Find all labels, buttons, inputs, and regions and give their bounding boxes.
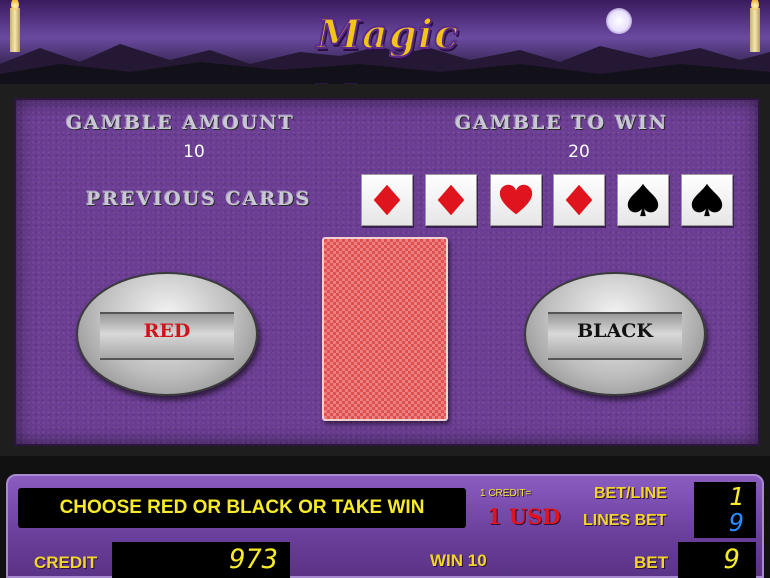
candle-left-icon — [10, 0, 20, 52]
spade-icon — [691, 183, 723, 217]
previous-card-6 — [681, 174, 733, 226]
bet-label: BET — [634, 553, 668, 572]
status-message: CHOOSE RED OR BLACK OR TAKE WIN — [18, 488, 466, 528]
bet-line-value: 1 — [728, 482, 744, 511]
previous-card-3 — [490, 174, 542, 226]
credit-value: 973 — [112, 542, 290, 578]
previous-cards-label: PREVIOUS CARDS — [86, 188, 312, 210]
credit-label: CREDIT — [34, 553, 98, 572]
black-button-label: BLACK — [577, 320, 653, 342]
heart-icon — [499, 184, 533, 215]
diamond-icon — [565, 184, 593, 216]
red-button[interactable]: RED — [76, 272, 258, 396]
game-logo: Magic Money — [310, 10, 465, 84]
gamble-to-win-value: 20 — [568, 142, 590, 162]
candle-right-icon — [750, 0, 760, 52]
lines-bet-value: 9 — [728, 508, 744, 537]
spade-icon — [627, 183, 659, 217]
credit-denomination-value: 1 USD — [487, 504, 561, 529]
bet-line-lines-display: 1 9 — [694, 482, 756, 538]
game-header: Magic Money — [0, 0, 770, 84]
previous-card-1 — [361, 174, 413, 226]
lines-bet-label: LINES BET — [583, 512, 667, 529]
gamble-amount-value: 10 — [183, 142, 205, 162]
gamble-amount-label: GAMBLE AMOUNT — [66, 112, 295, 134]
previous-card-5 — [617, 174, 669, 226]
bet-line-label: BET/LINE — [594, 485, 667, 502]
red-button-label: RED — [143, 320, 191, 342]
black-button[interactable]: BLACK — [524, 272, 706, 396]
diamond-icon — [373, 184, 401, 216]
gamble-to-win-label: GAMBLE TO WIN — [455, 112, 669, 134]
face-down-card — [322, 237, 448, 421]
diamond-icon — [437, 184, 465, 216]
win-amount: WIN 10 — [430, 551, 487, 570]
previous-card-4 — [553, 174, 605, 226]
moon-icon — [606, 8, 632, 34]
previous-card-2 — [425, 174, 477, 226]
bet-value: 9 — [678, 542, 756, 578]
credit-denomination-label: 1 CREDIT= — [480, 488, 532, 499]
